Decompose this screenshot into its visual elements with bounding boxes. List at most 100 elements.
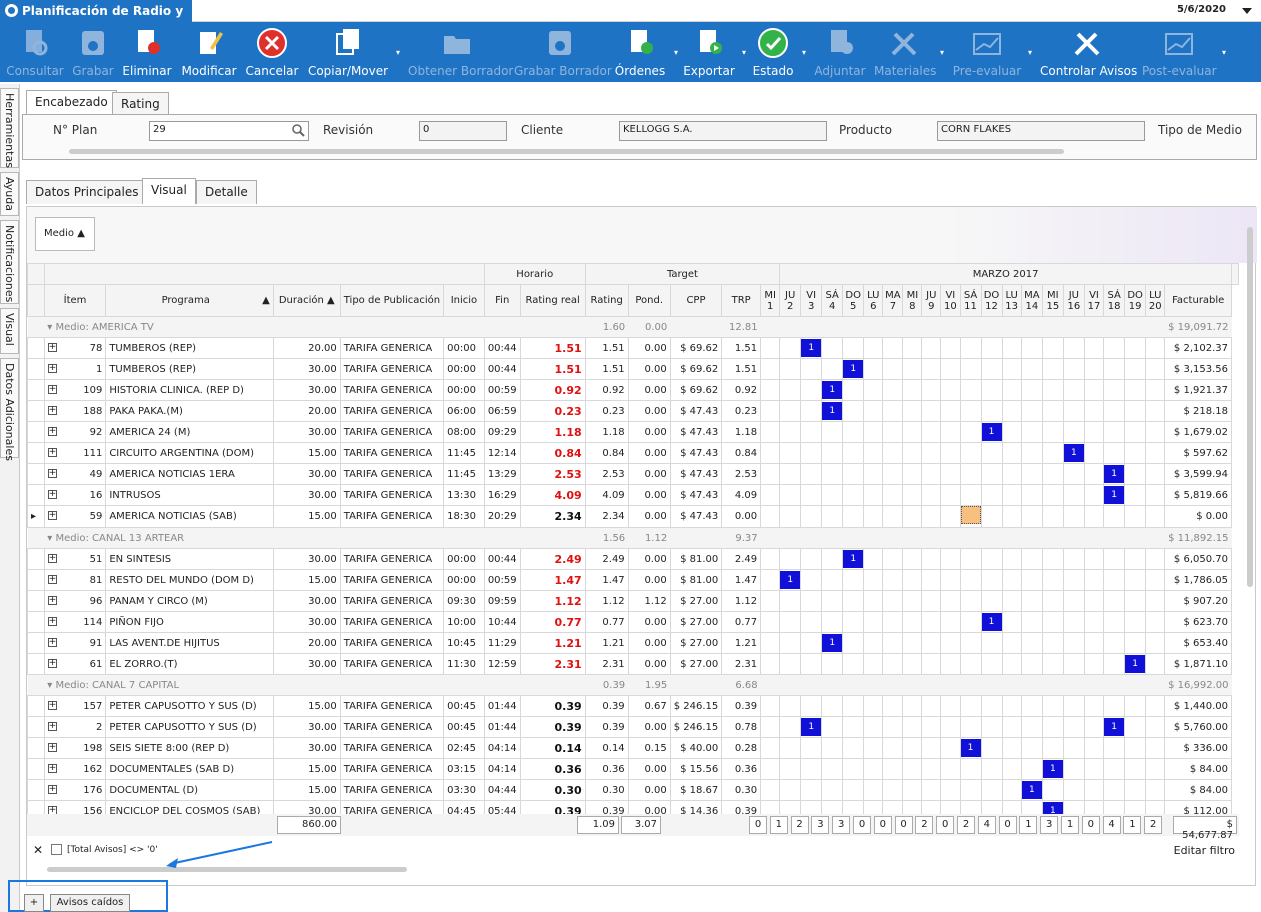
rating-cell[interactable]: 0.92	[584, 379, 629, 401]
table-row[interactable]: +2 PETER CAPUSOTTO Y SUS (D) 30.00 TARIFA G…	[27, 716, 1239, 738]
expand-icon[interactable]: +	[47, 447, 57, 457]
day-cell[interactable]	[1083, 737, 1105, 759]
col-day[interactable]: LU 20	[1145, 284, 1166, 317]
programa-cell[interactable]: AMERICA NOTICIAS (SAB)	[105, 505, 274, 528]
day-cell[interactable]	[940, 505, 961, 528]
day-cell[interactable]	[1020, 569, 1043, 591]
header-horizontal-scrollbar[interactable]	[69, 149, 1064, 154]
table-row[interactable]: +109 HISTORIA CLINICA. (REP D) 30.00 TARIFA…	[27, 379, 1239, 401]
day-cell[interactable]	[863, 421, 884, 443]
day-cell[interactable]	[821, 548, 844, 570]
day-cell[interactable]	[1103, 337, 1126, 359]
day-cell[interactable]	[1001, 505, 1022, 528]
spot-marker[interactable]: 1	[1104, 486, 1124, 504]
day-cell[interactable]	[921, 358, 942, 380]
tipo-cell[interactable]: TARIFA GENERICA	[339, 484, 445, 506]
day-cell[interactable]	[821, 442, 844, 464]
day-cell[interactable]	[940, 590, 961, 612]
day-cell[interactable]	[902, 400, 923, 422]
expand-icon[interactable]: +	[47, 553, 57, 563]
day-cell[interactable]	[800, 421, 823, 443]
row-indicator[interactable]	[27, 400, 45, 422]
day-cell[interactable]	[959, 653, 982, 675]
day-cell[interactable]	[940, 569, 961, 591]
duracion-cell[interactable]: 15.00	[272, 758, 341, 780]
item-cell[interactable]: +114	[43, 611, 107, 633]
group-row[interactable]: ▾ Medio: AMERICA TV205.00 1.600.00 12.81 $ …	[27, 316, 1239, 338]
day-cell[interactable]	[821, 358, 844, 380]
pre-evaluar-button[interactable]: Pre-evaluar ▾	[952, 22, 1032, 82]
expand-icon[interactable]: +	[47, 468, 57, 478]
day-cell[interactable]	[1062, 737, 1085, 759]
day-cell[interactable]	[800, 611, 823, 633]
expand-icon[interactable]: +	[47, 742, 57, 752]
cliente-input[interactable]: KELLOGG S.A.	[619, 121, 827, 141]
day-cell[interactable]: 1	[1062, 442, 1085, 464]
day-cell[interactable]	[1145, 611, 1166, 633]
day-cell[interactable]	[821, 611, 844, 633]
trp-cell[interactable]: 0.00	[721, 505, 762, 528]
day-cell[interactable]	[1083, 442, 1105, 464]
inicio-cell[interactable]: 00:45	[443, 716, 485, 738]
day-cell[interactable]	[760, 337, 781, 359]
tipo-cell[interactable]: TARIFA GENERICA	[339, 632, 445, 654]
rating-real-cell[interactable]: 1.51	[519, 358, 586, 380]
table-row[interactable]: +176 DOCUMENTAL (D) 15.00 TARIFA GENERICA 03…	[27, 779, 1239, 801]
day-cell[interactable]: 1	[1103, 716, 1126, 738]
spot-marker[interactable]: 1	[801, 718, 821, 736]
rating-real-cell[interactable]: 2.53	[519, 463, 586, 485]
expand-icon[interactable]: +	[47, 574, 57, 584]
trp-cell[interactable]: 0.23	[721, 400, 762, 422]
inicio-cell[interactable]: 08:00	[443, 421, 485, 443]
day-cell[interactable]	[1062, 590, 1085, 612]
day-cell[interactable]	[1001, 484, 1022, 506]
day-cell[interactable]	[1083, 358, 1105, 380]
inicio-cell[interactable]: 13:30	[443, 484, 485, 506]
day-cell[interactable]	[921, 421, 942, 443]
day-cell[interactable]	[1062, 337, 1085, 359]
duracion-cell[interactable]: 20.00	[272, 400, 341, 422]
day-cell[interactable]	[1103, 737, 1126, 759]
tipo-cell[interactable]: TARIFA GENERICA	[339, 358, 445, 380]
day-cell[interactable]	[1020, 421, 1043, 443]
clear-filter-icon[interactable]: ✕	[33, 843, 43, 857]
programa-cell[interactable]: HISTORIA CLINICA. (REP D)	[105, 379, 274, 401]
day-cell[interactable]	[902, 463, 923, 485]
day-cell[interactable]	[863, 442, 884, 464]
day-cell[interactable]	[800, 400, 823, 422]
spot-marker[interactable]: 1	[982, 613, 1002, 631]
grabar-borrador-button[interactable]: Grabar Borrador	[514, 22, 612, 82]
tipo-cell[interactable]: TARIFA GENERICA	[339, 337, 445, 359]
programa-cell[interactable]: TUMBEROS (REP)	[105, 337, 274, 359]
row-indicator[interactable]	[27, 484, 45, 506]
day-cell[interactable]	[882, 590, 904, 612]
group-row[interactable]: ▾ Medio: CANAL 7 CAPITAL405.00 0.391.95 6.…	[27, 674, 1239, 696]
day-cell[interactable]	[1145, 758, 1166, 780]
pond-cell[interactable]: 0.15	[627, 737, 671, 759]
col-day[interactable]: MA 14	[1020, 284, 1043, 317]
col-duracion[interactable]: Duración ▲	[272, 284, 341, 317]
inicio-cell[interactable]: 00:00	[443, 379, 485, 401]
rating-real-cell[interactable]: 2.34	[519, 505, 586, 528]
day-cell[interactable]	[1062, 653, 1085, 675]
duracion-cell[interactable]: 15.00	[272, 442, 341, 464]
day-cell[interactable]	[1020, 400, 1043, 422]
day-cell[interactable]	[1145, 400, 1166, 422]
row-indicator[interactable]	[27, 632, 45, 654]
day-cell[interactable]	[1083, 758, 1105, 780]
cpp-cell[interactable]: $ 69.62	[669, 358, 723, 380]
day-cell[interactable]	[842, 569, 865, 591]
day-cell[interactable]	[779, 695, 802, 717]
table-row[interactable]: +81 RESTO DEL MUNDO (DOM D) 15.00 TARIFA GE…	[27, 569, 1239, 591]
cpp-cell[interactable]: $ 27.00	[669, 611, 723, 633]
side-tab-herramientas[interactable]: Herramientas	[0, 88, 19, 168]
day-cell[interactable]	[1041, 611, 1064, 633]
inicio-cell[interactable]: 06:00	[443, 400, 485, 422]
day-cell[interactable]	[863, 337, 884, 359]
programa-cell[interactable]: PANAM Y CIRCO (M)	[105, 590, 274, 612]
item-cell[interactable]: +61	[43, 653, 107, 675]
rating-cell[interactable]: 1.51	[584, 337, 629, 359]
day-cell[interactable]	[959, 569, 982, 591]
day-cell[interactable]	[940, 737, 961, 759]
table-row[interactable]: +61 EL ZORRO.(T) 30.00 TARIFA GENERICA 11:30…	[27, 653, 1239, 675]
